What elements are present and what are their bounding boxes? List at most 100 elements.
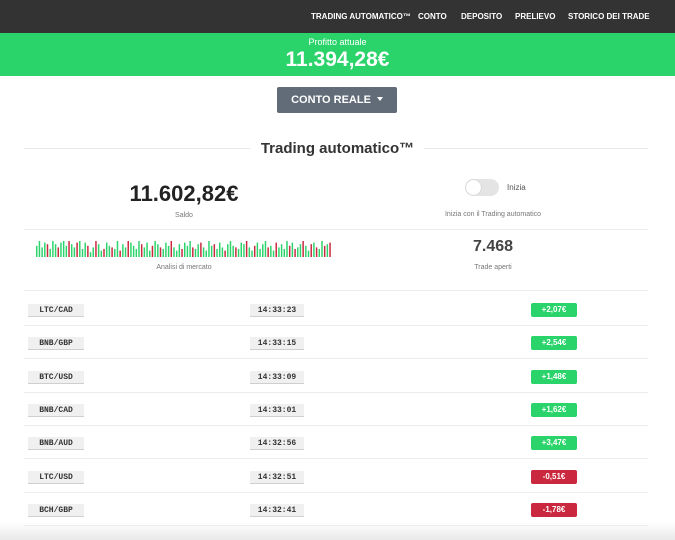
market-bar <box>197 244 199 257</box>
market-bar <box>181 249 183 257</box>
trade-pair: BNB/AUD <box>28 437 84 451</box>
balance-value: 11.602,82€ <box>129 181 239 206</box>
trade-row: BNB/GBP 14:33:15 +2,54€ <box>24 326 648 360</box>
market-bar <box>283 249 286 257</box>
market-bar <box>38 241 41 257</box>
stats-divider <box>24 229 648 230</box>
toggle-label: Inizia <box>507 183 526 192</box>
market-bar <box>170 241 173 257</box>
market-bar <box>227 244 229 257</box>
market-bar <box>267 247 269 257</box>
market-bar <box>208 241 210 257</box>
market-bar <box>240 242 242 257</box>
trade-time: 14:32:51 <box>250 470 304 484</box>
market-bar <box>73 247 76 257</box>
open-trades-count: 7.468 <box>472 238 514 255</box>
bottom-fade <box>0 522 675 540</box>
nav-item-prelievo[interactable]: PRELIEVO <box>515 0 555 33</box>
market-bar <box>288 245 291 257</box>
nav-item-conto[interactable]: CONTO <box>418 0 447 33</box>
trade-pair: LTC/CAD <box>28 304 84 317</box>
trade-time: 14:33:23 <box>250 304 304 317</box>
market-bar <box>253 245 256 257</box>
market-bar <box>318 249 321 257</box>
account-type-dropdown[interactable]: CONTO REALE <box>277 87 397 113</box>
market-bar <box>307 250 310 257</box>
trade-time: 14:32:56 <box>250 437 304 451</box>
market-bar <box>192 247 194 257</box>
market-bar <box>76 242 78 257</box>
trade-pair: BNB/CAD <box>28 403 84 417</box>
market-bar <box>286 241 288 257</box>
nav-item-storico-dei-trade[interactable]: STORICO DEI TRADE <box>568 0 650 33</box>
market-bar <box>65 245 68 257</box>
market-bar <box>297 247 299 257</box>
market-bar <box>299 244 302 257</box>
market-bar <box>135 249 138 257</box>
profit-banner: Profitto attuale 11.394,28€ <box>0 33 675 76</box>
market-bar <box>92 247 94 257</box>
trade-row: BNB/CAD 14:33:01 +1,62€ <box>24 393 648 426</box>
market-bar <box>79 241 81 257</box>
auto-trading-toggle[interactable] <box>465 179 499 196</box>
market-bar <box>44 242 46 257</box>
market-bar <box>245 241 248 257</box>
market-bar <box>143 247 146 257</box>
profit-label: Profitto attuale <box>308 37 367 47</box>
market-bar <box>205 250 208 257</box>
market-bar <box>89 252 92 257</box>
market-bar <box>237 249 240 257</box>
market-bar <box>41 247 43 257</box>
market-bar <box>259 249 261 257</box>
market-bar <box>294 249 296 257</box>
trade-amount-badge: +2,54€ <box>531 336 577 351</box>
market-bar <box>130 242 132 257</box>
market-bar <box>95 241 97 257</box>
market-bar <box>111 247 113 257</box>
market-bar <box>326 244 329 257</box>
market-bar <box>280 244 283 257</box>
market-bar <box>175 250 178 257</box>
market-bar <box>272 250 275 257</box>
trade-amount-badge: +1,62€ <box>531 402 577 417</box>
market-bar <box>146 242 148 257</box>
account-type-label: CONTO REALE <box>291 94 371 106</box>
market-bar <box>200 242 202 257</box>
market-bar <box>262 244 264 257</box>
market-bar <box>248 247 251 257</box>
market-bar <box>178 244 181 257</box>
trade-time: 14:32:41 <box>250 503 304 517</box>
market-bar <box>46 244 49 257</box>
table-top-divider <box>24 290 648 291</box>
trade-pair: BCH/GBP <box>28 503 84 517</box>
market-bar <box>157 244 159 257</box>
trade-time: 14:33:15 <box>250 337 304 351</box>
market-bar <box>256 242 259 257</box>
market-bar <box>151 245 154 257</box>
market-bar <box>210 245 213 257</box>
market-bar <box>81 249 84 257</box>
market-bar <box>224 250 226 257</box>
market-bar <box>264 241 267 257</box>
market-bar <box>213 244 216 257</box>
trade-row: LTC/CAD 14:33:23 +2,07€ <box>24 293 648 326</box>
trade-pair: LTC/USD <box>28 470 84 484</box>
nav-item-trading-automatico[interactable]: TRADING AUTOMATICO™ <box>311 0 411 33</box>
market-bar <box>315 247 318 257</box>
market-bar <box>291 242 294 257</box>
market-bar <box>216 249 218 257</box>
market-bar <box>119 250 121 257</box>
market-bar <box>36 245 38 257</box>
market-bar <box>87 245 89 257</box>
nav-item-deposito[interactable]: DEPOSITO <box>461 0 502 33</box>
market-bar <box>140 244 143 257</box>
market-bar <box>270 245 272 257</box>
market-bar <box>173 247 175 257</box>
market-bar <box>52 241 54 257</box>
profit-value: 11.394,28€ <box>285 48 390 71</box>
market-bar <box>251 250 253 257</box>
market-bar <box>235 247 237 257</box>
market-bar <box>202 247 205 257</box>
trade-amount-badge: -0,51€ <box>531 469 577 484</box>
market-bar <box>122 244 124 257</box>
